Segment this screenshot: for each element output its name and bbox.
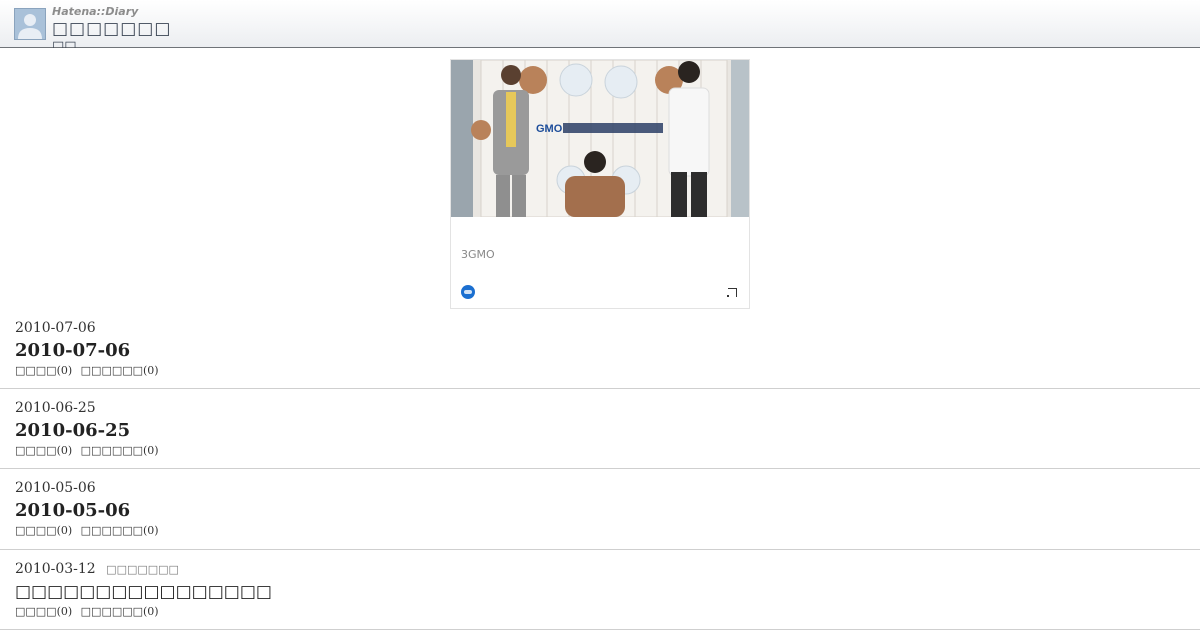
entry-date-text[interactable]: 2010-03-12: [15, 561, 96, 577]
entry-title[interactable]: □□□□□□□□□□□□□□□□: [15, 582, 272, 602]
hatena-logo-icon[interactable]: [461, 285, 475, 299]
entry-meta: □□□□(0) □□□□□□(0): [15, 605, 159, 618]
blog-title[interactable]: □□□□□□□: [52, 19, 171, 41]
trackbacks-link[interactable]: □□□□□□(0): [81, 605, 159, 618]
ad-photo[interactable]: GMO: [451, 60, 749, 217]
entry-date[interactable]: 2010-07-06: [15, 320, 96, 336]
entry-meta: □□□□(0) □□□□□□(0): [15, 524, 159, 537]
ad-card[interactable]: GMO 3GMO: [450, 59, 750, 309]
entry-date-text[interactable]: 2010-05-06: [15, 480, 96, 496]
comments-link[interactable]: □□□□(0): [15, 605, 72, 618]
entry-category[interactable]: □□□□□□□: [106, 563, 179, 576]
entry-item: 2010-07-06 2010-07-06 □□□□(0) □□□□□□(0): [0, 309, 1200, 389]
trackbacks-link[interactable]: □□□□□□(0): [81, 364, 159, 377]
entry-meta: □□□□(0) □□□□□□(0): [15, 364, 159, 377]
entry-item: 2010-06-25 2010-06-25 □□□□(0) □□□□□□(0): [0, 389, 1200, 469]
site-header: Hatena::Diary □□□□□□□ □□: [0, 0, 1200, 48]
expand-corner-icon[interactable]: [727, 288, 737, 297]
blog-subtitle: □□: [52, 40, 77, 48]
trackbacks-link[interactable]: □□□□□□(0): [81, 524, 159, 537]
entry-title[interactable]: 2010-05-06: [15, 500, 130, 521]
trackbacks-link[interactable]: □□□□□□(0): [81, 444, 159, 457]
entry-item: 2010-05-06 2010-05-06 □□□□(0) □□□□□□(0): [0, 469, 1200, 550]
comments-link[interactable]: □□□□(0): [15, 364, 72, 377]
entry-date: 2010-03-12 □□□□□□□: [15, 561, 179, 577]
hatena-diary-brand[interactable]: Hatena::Diary: [52, 5, 138, 18]
entry-title[interactable]: 2010-07-06: [15, 340, 130, 361]
entry-item: 2010-03-12 □□□□□□□ □□□□□□□□□□□□□□□□ □□□□…: [0, 550, 1200, 630]
comments-link[interactable]: □□□□(0): [15, 444, 72, 457]
entry-title[interactable]: 2010-06-25: [15, 420, 130, 441]
comments-link[interactable]: □□□□(0): [15, 524, 72, 537]
entry-date-text[interactable]: 2010-07-06: [15, 320, 96, 336]
user-avatar-icon[interactable]: [14, 8, 46, 40]
entry-meta: □□□□(0) □□□□□□(0): [15, 444, 159, 457]
entry-date-text[interactable]: 2010-06-25: [15, 400, 96, 416]
entry-date[interactable]: 2010-06-25: [15, 400, 96, 416]
entry-date[interactable]: 2010-05-06: [15, 480, 96, 496]
ad-caption[interactable]: 3GMO: [461, 248, 495, 261]
svg-text:GMO: GMO: [536, 123, 563, 135]
